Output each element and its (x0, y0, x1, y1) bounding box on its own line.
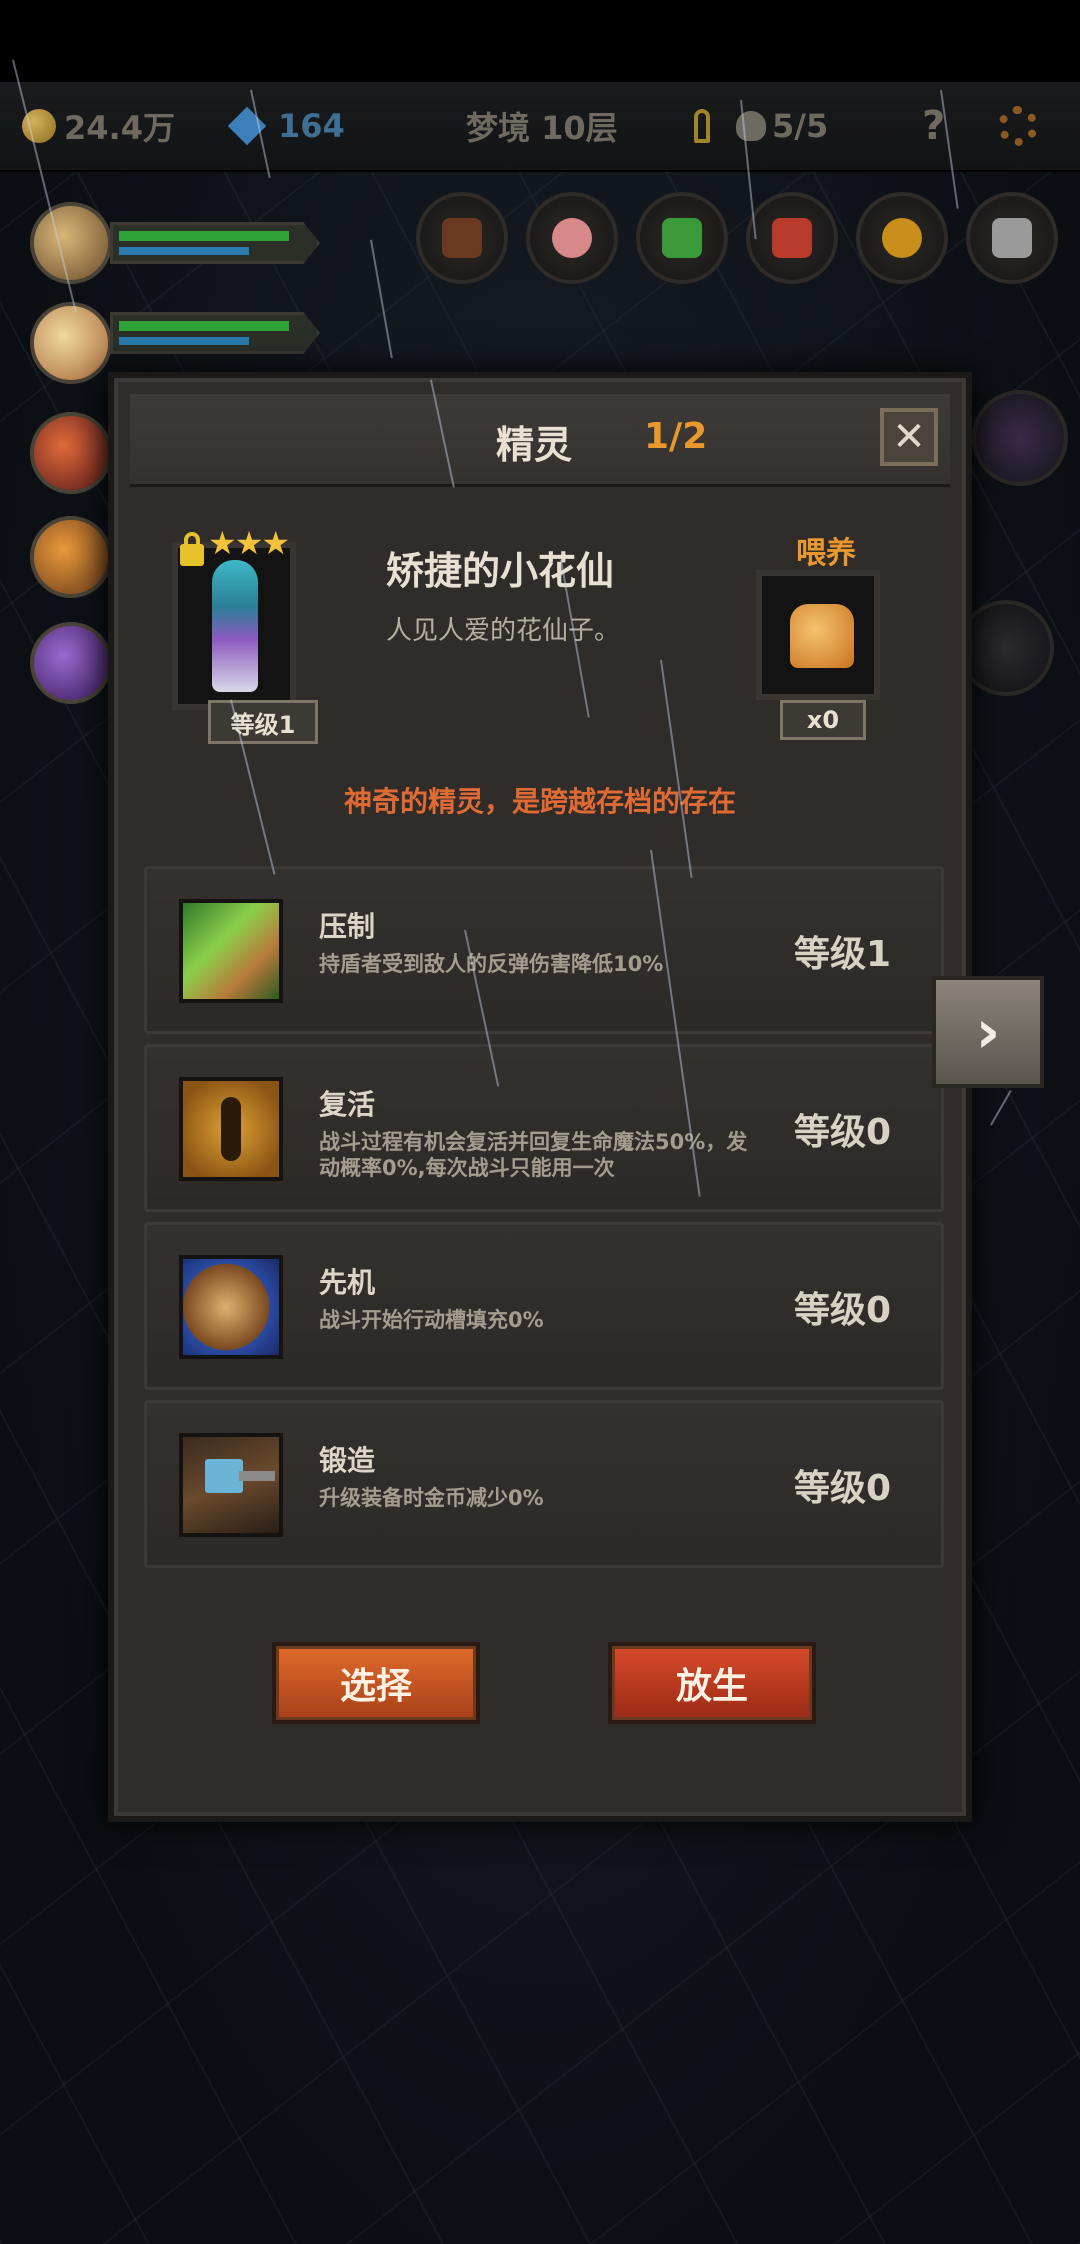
spirit-slogan: 神奇的精灵，是跨越存档的存在 (343, 785, 736, 818)
hero-avatar-2[interactable] (30, 302, 112, 384)
revive-dancer-icon (179, 1077, 283, 1181)
star-rating: ★★★ (208, 524, 290, 562)
skill-level: 等级0 (793, 1112, 891, 1153)
skill-level: 等级0 (793, 1290, 891, 1331)
gem-counter: 164 (227, 82, 345, 170)
side-character-circle[interactable] (972, 390, 1068, 486)
hero-status-bar-1 (110, 222, 320, 264)
hero-status-bar-2 (110, 312, 320, 354)
dialog-header: 精灵 1/2 (130, 394, 950, 487)
close-button[interactable]: ✕ (880, 408, 938, 466)
skill-name: 复活 (319, 1088, 376, 1121)
next-spirit-button[interactable]: › (932, 976, 1044, 1088)
feed-item-slot[interactable] (756, 570, 880, 700)
spirit-portrait[interactable] (172, 542, 296, 710)
feed-item-count: x0 (780, 700, 866, 740)
release-button[interactable]: 放生 (608, 1642, 816, 1724)
item-slot-4[interactable] (746, 192, 838, 284)
spirit-count: 1/2 (644, 416, 708, 457)
spirit-name: 矫捷的小花仙 (386, 549, 615, 593)
feed-label: 喂养 (796, 536, 856, 571)
hero-avatar-4[interactable] (30, 516, 112, 598)
skill-description: 战斗开始行动槽填充0% (319, 1308, 544, 1332)
gold-counter: 24.4万 (22, 82, 175, 170)
item-slot-5[interactable] (856, 192, 948, 284)
skill-name: 压制 (319, 910, 376, 943)
item-slot-1[interactable] (416, 192, 508, 284)
skill-row-suppress[interactable]: 压制 持盾者受到敌人的反弹伤害降低10% 等级1 (144, 866, 944, 1034)
skill-row-initiative[interactable]: 先机 战斗开始行动槽填充0% 等级0 (144, 1222, 944, 1390)
skill-description: 持盾者受到敌人的反弹伤害降低10% (319, 952, 664, 976)
skill-row-forge[interactable]: 锻造 升级装备时金币减少0% 等级0 (144, 1400, 944, 1568)
side-weapon-circle[interactable] (958, 600, 1054, 696)
hero-avatar-5[interactable] (30, 622, 112, 704)
skill-description: 升级装备时金币减少0% (319, 1486, 544, 1510)
hero-avatar-3[interactable] (30, 412, 112, 494)
item-slot-6[interactable] (966, 192, 1058, 284)
gear-icon (998, 106, 1038, 146)
select-button[interactable]: 选择 (272, 1642, 480, 1724)
hammer-icon (179, 1433, 283, 1537)
gem-amount: 164 (278, 107, 345, 145)
lives-counter: 5/5 (736, 82, 828, 170)
claw-grass-icon (179, 899, 283, 1003)
skill-level: 等级1 (793, 934, 891, 975)
status-area (0, 0, 1080, 82)
spirit-description: 人见人爱的花仙子。 (386, 616, 621, 646)
skill-name: 先机 (319, 1266, 376, 1299)
spirit-level-badge: 等级1 (208, 700, 318, 744)
item-slot-2[interactable] (526, 192, 618, 284)
skill-level: 等级0 (793, 1468, 891, 1509)
spirit-dialog: 精灵 1/2 ✕ ★★★ 等级1 矫捷的小花仙 人见人爱的花仙子。 喂养 x0 … (108, 372, 972, 1822)
flower-fairy-figure (212, 560, 258, 692)
item-slot-3[interactable] (636, 192, 728, 284)
lives-amount: 5/5 (772, 107, 829, 145)
key-icon (694, 109, 710, 143)
gold-amount: 24.4万 (64, 109, 175, 147)
skill-name: 锻造 (319, 1444, 376, 1477)
floor-label: 梦境 10层 (466, 109, 618, 147)
bread-icon (790, 604, 854, 668)
skull-icon (736, 111, 766, 141)
lock-icon (180, 532, 204, 566)
resource-bar: 24.4万 164 梦境 10层 5/5 ? (0, 82, 1080, 172)
leopard-icon (179, 1255, 283, 1359)
dialog-title: 精灵 (496, 423, 573, 467)
skill-row-revive[interactable]: 复活 战斗过程有机会复活并回复生命魔法50%，发动概率0%,每次战斗只能用一次 … (144, 1044, 944, 1212)
key-counter (694, 82, 720, 170)
hero-avatar-1[interactable] (30, 202, 112, 284)
settings-button[interactable] (998, 82, 1038, 170)
